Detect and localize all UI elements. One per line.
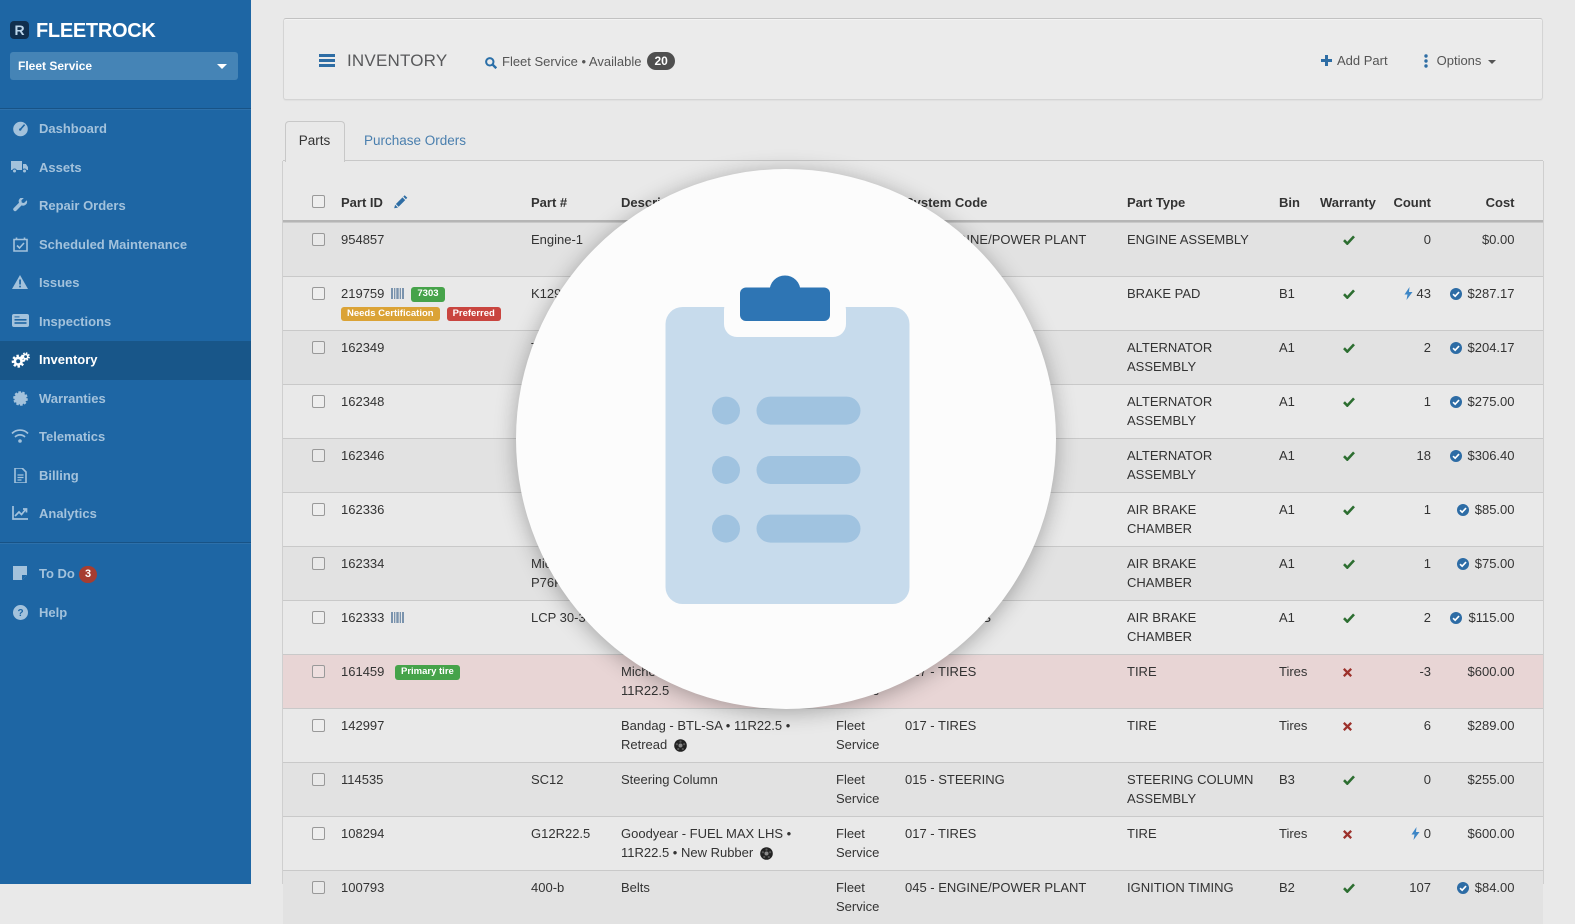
svg-text:?: ? — [17, 608, 23, 619]
